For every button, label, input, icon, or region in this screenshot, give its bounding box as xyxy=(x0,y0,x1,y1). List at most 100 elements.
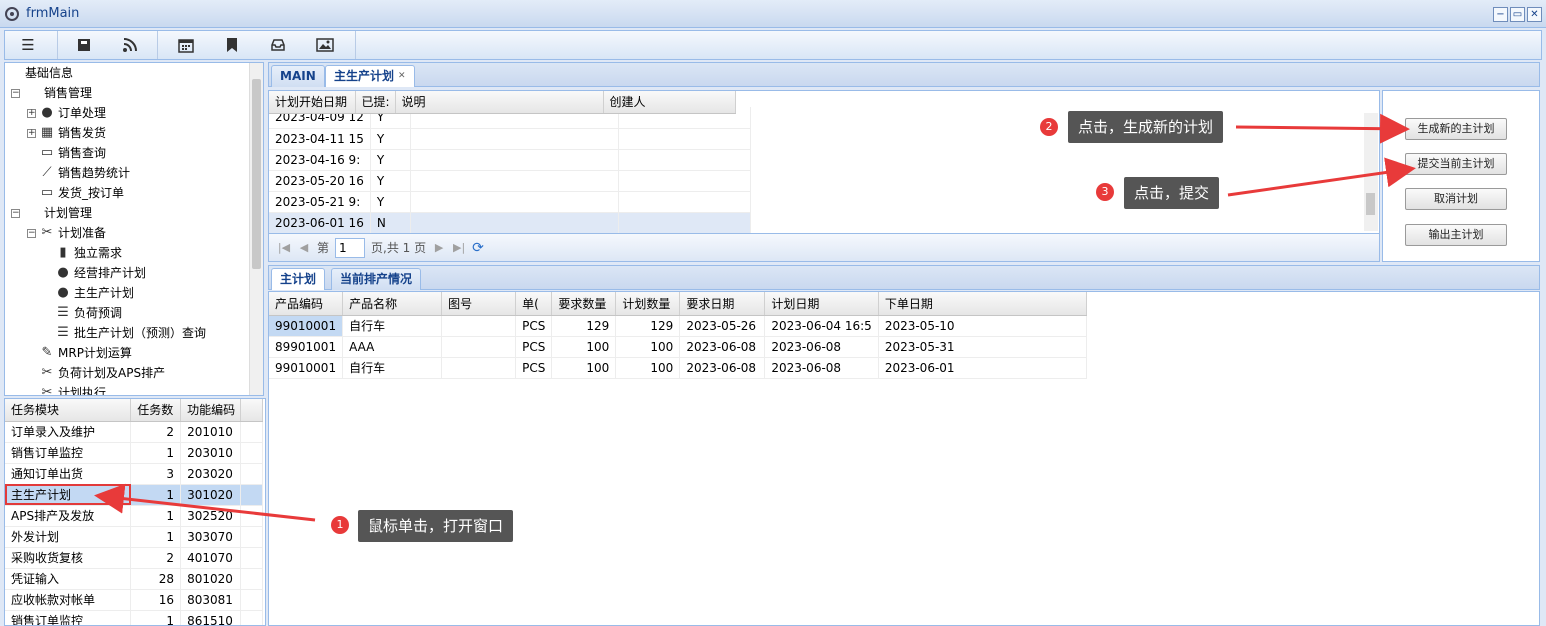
column-header[interactable]: 已提: xyxy=(355,91,396,114)
book-icon[interactable] xyxy=(69,34,99,56)
close-button[interactable]: ✕ xyxy=(1527,7,1542,22)
table-row-selected[interactable]: 2023-06-01 16 N xyxy=(269,212,751,234)
table-row[interactable]: 销售订单监控 1 861510 xyxy=(5,610,263,625)
cancel-plan-button[interactable]: 取消计划 xyxy=(1405,188,1507,210)
column-header[interactable]: 单( xyxy=(515,292,553,316)
inbox-icon[interactable] xyxy=(263,34,293,56)
table-row[interactable]: 89901001 AAA PCS 100 100 2023-06-08 2023… xyxy=(269,336,1087,358)
minimize-button[interactable]: − xyxy=(1493,7,1508,22)
tree-item[interactable]: ● 经营排产计划 xyxy=(55,263,146,283)
tree-item[interactable]: ✂ 负荷计划及APS排产 xyxy=(39,363,166,383)
column-header[interactable]: 计划日期 xyxy=(764,292,879,316)
tab-close-icon[interactable]: ✕ xyxy=(398,71,406,81)
column-header[interactable]: 要求日期 xyxy=(679,292,766,316)
generate-plan-button[interactable]: 生成新的主计划 xyxy=(1405,118,1507,140)
tab-main[interactable]: MAIN xyxy=(271,65,325,87)
column-header[interactable]: 创建人 xyxy=(603,91,736,114)
tree-item[interactable]: ● 主生产计划 xyxy=(55,283,134,303)
table-row[interactable]: 应收帐款对帐单 16 803081 xyxy=(5,589,263,611)
column-header[interactable]: 产品编码 xyxy=(269,292,344,316)
prev-page-icon[interactable]: ◀ xyxy=(297,241,311,254)
table-row[interactable]: 订单录入及维护 2 201010 xyxy=(5,421,263,443)
scroll-thumb[interactable] xyxy=(252,79,261,269)
table-row-selected[interactable]: 主生产计划 1 301020 xyxy=(5,484,263,506)
callout-badge: 3 xyxy=(1096,183,1114,201)
table-row[interactable]: 2023-05-20 16 Y xyxy=(269,170,751,192)
collapse-icon[interactable]: − xyxy=(11,208,20,218)
tree-item[interactable]: ✎ MRP计划运算 xyxy=(39,343,132,363)
rss-icon[interactable] xyxy=(115,34,145,56)
tree-item[interactable]: − ✂ 计划准备 xyxy=(27,223,106,243)
table-row[interactable]: 采购收货复核 2 401070 xyxy=(5,547,263,569)
column-header[interactable]: 产品名称 xyxy=(342,292,443,316)
tree-item[interactable]: ☰ 批生产计划（预测）查询 xyxy=(55,323,206,343)
plan-qty-cell: 100 xyxy=(615,336,681,358)
column-header[interactable]: 计划开始日期 xyxy=(269,91,356,114)
table-row[interactable]: APS排产及发放 1 302520 xyxy=(5,505,263,527)
table-row[interactable]: 2023-04-16 9: Y xyxy=(269,149,751,171)
date-cell: 2023-06-01 16 xyxy=(269,212,371,234)
image-icon[interactable] xyxy=(310,34,340,56)
product-name-cell: 自行车 xyxy=(342,357,443,379)
column-header[interactable]: 要求数量 xyxy=(551,292,617,316)
export-plan-button[interactable]: 输出主计划 xyxy=(1405,224,1507,246)
module-cell: 通知订单出货 xyxy=(5,463,132,485)
module-cell: 应收帐款对帐单 xyxy=(5,589,132,611)
tab-master-plan[interactable]: 主生产计划 ✕ xyxy=(325,65,415,87)
page-input[interactable] xyxy=(335,237,366,258)
table-row[interactable]: 2023-05-21 9: Y xyxy=(269,191,751,213)
tree-item[interactable]: ✂ 计划执行 xyxy=(39,383,106,395)
tree-item[interactable]: ▭ 销售查询 xyxy=(39,143,106,163)
restore-button[interactable]: ▭ xyxy=(1510,7,1525,22)
tab-current-scheduling[interactable]: 当前排产情况 xyxy=(331,268,422,290)
scroll-thumb[interactable] xyxy=(1366,193,1375,215)
toolbar: ☰ xyxy=(4,30,1542,60)
product-code-cell[interactable]: 99010001 xyxy=(269,315,344,337)
module-cell: 凭证输入 xyxy=(5,568,132,590)
bookmark-icon[interactable] xyxy=(217,34,247,56)
first-page-icon[interactable]: |◀ xyxy=(277,241,291,254)
submit-plan-button[interactable]: 提交当前主计划 xyxy=(1405,153,1507,175)
collapse-icon[interactable]: − xyxy=(11,88,20,98)
table-row[interactable]: 99010001 自行车 PCS 129 129 2023-05-26 2023… xyxy=(269,315,1087,337)
tree-item-label: 主生产计划 xyxy=(74,286,135,300)
expand-icon[interactable]: + xyxy=(27,128,36,138)
table-row[interactable]: 销售订单监控 1 203010 xyxy=(5,442,263,464)
tree-item[interactable]: − 销售管理 xyxy=(11,83,92,103)
tree-item[interactable]: + ● 订单处理 xyxy=(27,103,106,123)
date-cell: 2023-05-20 16 xyxy=(269,170,371,192)
count-cell: 1 xyxy=(130,526,182,548)
module-cell-highlighted[interactable]: 主生产计划 xyxy=(5,484,132,506)
table-row[interactable]: 外发计划 1 303070 xyxy=(5,526,263,548)
column-header[interactable]: 功能编码 xyxy=(180,399,242,422)
column-header[interactable]: 说明 xyxy=(395,91,604,114)
tree-item[interactable]: − 计划管理 xyxy=(11,203,92,223)
plan-grid-scrollbar[interactable] xyxy=(1364,113,1378,231)
tree-item[interactable]: ☰ 负荷预调 xyxy=(55,303,122,323)
last-page-icon[interactable]: ▶| xyxy=(452,241,466,254)
refresh-icon[interactable]: ⟳ xyxy=(472,240,484,256)
column-header[interactable]: 任务模块 xyxy=(5,399,132,422)
tree-item[interactable]: ⟋ 销售趋势统计 xyxy=(39,163,130,183)
date-cell: 2023-04-16 9: xyxy=(269,149,371,171)
tree-scrollbar[interactable] xyxy=(249,63,263,395)
table-row[interactable]: 99010001 自行车 PCS 100 100 2023-06-08 2023… xyxy=(269,357,1087,379)
tree-item[interactable]: + ▦ 销售发货 xyxy=(27,123,106,143)
column-header[interactable]: 计划数量 xyxy=(615,292,681,316)
expand-icon[interactable]: + xyxy=(27,108,36,118)
table-row[interactable]: 凭证输入 28 801020 xyxy=(5,568,263,590)
tree-item[interactable]: ▮ 独立需求 xyxy=(55,243,122,263)
next-page-icon[interactable]: ▶ xyxy=(432,241,446,254)
collapse-icon[interactable]: − xyxy=(27,228,36,238)
tab-master-plan-detail[interactable]: 主计划 xyxy=(271,268,326,290)
calendar-icon[interactable] xyxy=(171,34,201,56)
plan-grid-body: 2023-04-09 12 Y 2023-04-11 15 Y 2023-04-16… xyxy=(269,107,751,234)
menu-icon[interactable]: ☰ xyxy=(13,34,43,56)
column-header[interactable]: 下单日期 xyxy=(878,292,1087,316)
table-row[interactable]: 2023-04-11 15 Y xyxy=(269,128,751,150)
column-header[interactable]: 图号 xyxy=(441,292,517,316)
column-header[interactable]: 任务数 xyxy=(130,399,182,422)
table-row[interactable]: 通知订单出货 3 203020 xyxy=(5,463,263,485)
tree-item[interactable]: ▭ 发货_按订单 xyxy=(39,183,124,203)
tree-item[interactable]: 基础信息 xyxy=(25,63,73,83)
